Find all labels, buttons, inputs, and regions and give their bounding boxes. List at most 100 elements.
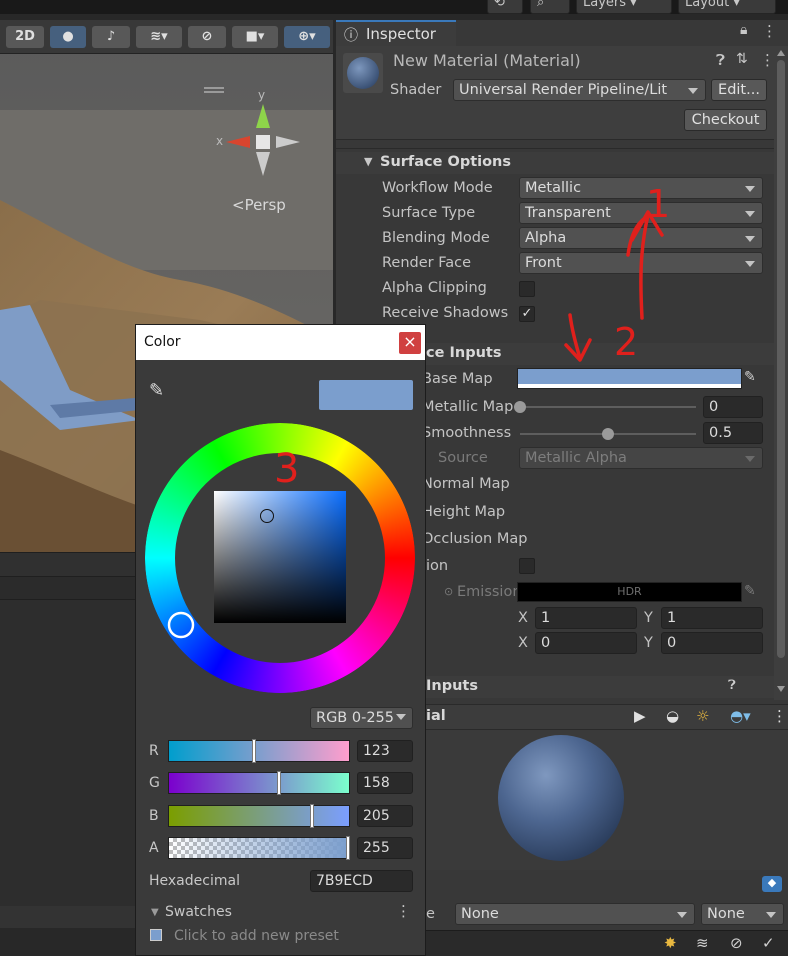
tiling-y-label: Y <box>644 610 653 626</box>
play-icon[interactable]: ▶ <box>634 707 646 725</box>
tiling-x-field[interactable]: 1 <box>535 607 637 629</box>
auto-gen-icon[interactable]: ⊘ <box>730 934 743 952</box>
emission-checkbox[interactable] <box>519 558 535 574</box>
color-picker-titlebar[interactable]: Color × <box>136 325 425 360</box>
progress-icon[interactable]: ✓ <box>762 934 775 952</box>
detail-inputs-header[interactable]: Inputs ❓︎ <box>426 676 774 698</box>
edit-shader-button[interactable]: Edit... <box>711 79 767 101</box>
preset-icon[interactable]: ⇅ <box>736 51 748 67</box>
material-menu-icon[interactable]: ⋮ <box>760 51 775 69</box>
alpha-channel-label: A <box>149 840 159 856</box>
alpha-channel-slider[interactable] <box>168 837 350 859</box>
axis-x-label: x <box>216 134 224 148</box>
scroll-up-icon[interactable] <box>777 50 785 56</box>
asset-variant-value: None <box>707 906 745 922</box>
red-channel-label: R <box>149 743 159 759</box>
metallic-slider-knob[interactable] <box>514 401 526 413</box>
effects-icon[interactable]: ≋▾ <box>136 26 182 48</box>
checkmark-icon: ✓ <box>521 306 533 321</box>
asset-variant-dropdown[interactable]: None <box>701 903 784 925</box>
material-preview[interactable] <box>426 730 788 870</box>
close-icon[interactable]: × <box>399 332 421 354</box>
checkout-button[interactable]: Checkout <box>684 109 767 131</box>
emission-color-field[interactable]: HDR <box>517 582 742 602</box>
render-face-dropdown[interactable]: Front <box>519 252 763 274</box>
chevron-down-icon <box>396 714 406 720</box>
orientation-gizmo[interactable] <box>216 88 306 188</box>
swatches-label[interactable]: Swatches <box>165 904 232 920</box>
preview-menu-icon[interactable]: ⋮ <box>772 707 787 725</box>
help-icon[interactable]: ❓︎ <box>716 51 725 69</box>
audio-icon[interactable]: ♪ <box>92 26 130 48</box>
add-swatch-icon[interactable] <box>150 929 162 941</box>
red-channel-slider[interactable] <box>168 740 350 762</box>
history-icon[interactable]: ⟲ <box>487 0 523 14</box>
red-channel-value[interactable]: 123 <box>357 740 413 762</box>
2d-toggle-button[interactable]: 2D <box>6 26 44 48</box>
sphere-mesh-icon[interactable]: ◒ <box>666 707 679 725</box>
metallic-slider-track[interactable] <box>520 406 696 408</box>
picker-eyedropper-icon[interactable]: ✎ <box>149 380 164 401</box>
light-icon[interactable]: ☼ <box>696 707 709 725</box>
surface-options-header[interactable]: ▼ Surface Options <box>336 152 774 174</box>
inspector-menu-icon[interactable]: ⋮ <box>762 22 777 40</box>
inspector-tab[interactable]: ⓘ Inspector <box>336 20 456 46</box>
alpha-clipping-checkbox[interactable] <box>519 281 535 297</box>
green-channel-value[interactable]: 158 <box>357 772 413 794</box>
lock-icon[interactable]: 🔒︎ <box>740 22 747 38</box>
scroll-thumb[interactable] <box>777 60 785 658</box>
shader-dropdown[interactable]: Universal Render Pipeline/Lit <box>453 79 706 101</box>
receive-shadows-checkbox[interactable]: ✓ <box>519 306 535 322</box>
hexadecimal-label: Hexadecimal <box>149 873 240 889</box>
bug-icon[interactable]: ✸ <box>664 934 677 952</box>
asset-bundle-dropdown[interactable]: None <box>455 903 695 925</box>
blue-channel-knob[interactable] <box>310 804 315 828</box>
blue-channel-value[interactable]: 205 <box>357 805 413 827</box>
blue-channel-slider[interactable] <box>168 805 350 827</box>
detail-help-icon[interactable]: ❓︎ <box>728 678 736 693</box>
metallic-value-field[interactable]: 0 <box>703 396 763 418</box>
offset-y-field[interactable]: 0 <box>661 632 763 654</box>
green-channel-knob[interactable] <box>276 771 281 795</box>
perspective-label[interactable]: <Persp <box>232 196 286 214</box>
visibility-icon[interactable]: ⊘ <box>188 26 226 48</box>
red-channel-knob[interactable] <box>251 739 256 763</box>
color-picker-title: Color <box>144 334 181 350</box>
alpha-channel-value[interactable]: 255 <box>357 837 413 859</box>
layers-label: Layers <box>583 0 627 10</box>
inspector-tab-label: Inspector <box>366 25 436 43</box>
saturation-value-square[interactable] <box>214 491 346 623</box>
smoothness-value-field[interactable]: 0.5 <box>703 422 763 444</box>
layers-dropdown[interactable]: Layers ▾ <box>576 0 672 14</box>
swatches-foldout-icon[interactable]: ▼ <box>151 907 159 918</box>
emission-eyedropper-icon[interactable]: ✎ <box>744 583 756 599</box>
alpha-channel-knob[interactable] <box>346 836 350 860</box>
axis-y-label: y <box>258 88 266 102</box>
label-tag-icon[interactable]: ◆ <box>762 876 782 892</box>
swatches-menu-icon[interactable]: ⋮ <box>396 902 411 920</box>
search-icon[interactable]: ⌕ <box>530 0 570 14</box>
surface-inputs-header[interactable]: ce Inputs <box>426 343 774 365</box>
workflow-mode-dropdown[interactable]: Metallic <box>519 177 763 199</box>
gizmos-icon[interactable]: ⊕▾ <box>284 26 330 48</box>
surface-type-dropdown[interactable]: Transparent <box>519 202 763 224</box>
blending-mode-dropdown[interactable]: Alpha <box>519 227 763 249</box>
offset-x-field[interactable]: 0 <box>535 632 637 654</box>
eyedropper-icon[interactable]: ✎ <box>744 369 756 385</box>
smoothness-slider-knob[interactable] <box>602 428 614 440</box>
inspector-scrollbar[interactable] <box>774 46 788 700</box>
base-map-color-field[interactable] <box>517 368 742 389</box>
render-face-value: Front <box>525 255 562 271</box>
cache-icon[interactable]: ≋ <box>696 934 709 952</box>
tiling-y-field[interactable]: 1 <box>661 607 763 629</box>
color-preview-swatch <box>319 380 413 410</box>
lighting-icon[interactable]: ● <box>50 26 86 48</box>
layout-dropdown[interactable]: Layout ▾ <box>678 0 776 14</box>
sv-handle[interactable] <box>260 509 274 523</box>
surface-type-value: Transparent <box>525 205 611 221</box>
green-channel-slider[interactable] <box>168 772 350 794</box>
hexadecimal-field[interactable]: 7B9ECD <box>310 870 413 892</box>
camera-icon[interactable]: ■▾ <box>232 26 278 48</box>
preview-sphere-icon[interactable]: ◓▾ <box>730 707 751 725</box>
scroll-down-icon[interactable] <box>777 686 785 692</box>
